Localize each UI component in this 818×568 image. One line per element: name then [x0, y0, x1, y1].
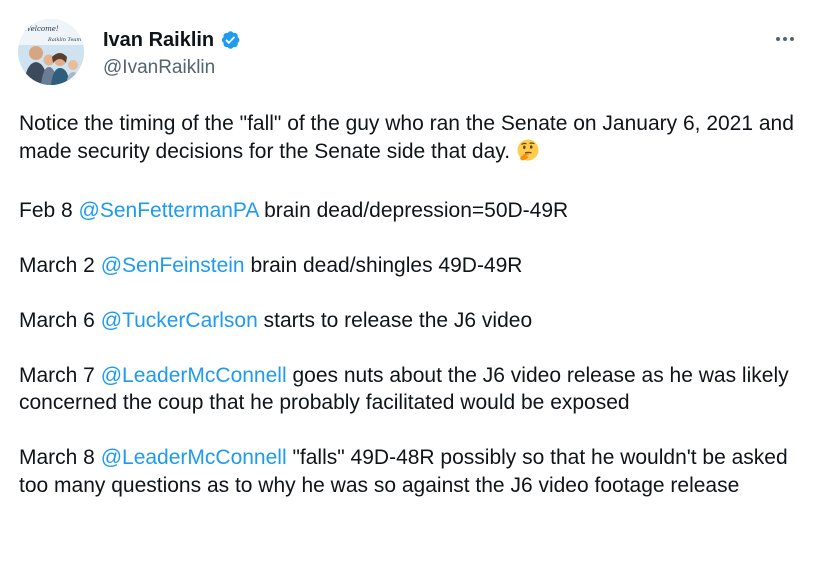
- avatar-caption-line2: Raiklin Team: [47, 37, 81, 43]
- mention-senfeinstein[interactable]: @SenFeinstein: [101, 254, 245, 277]
- tweet-intro-text: Notice the timing of the "fall" of the g…: [19, 112, 794, 163]
- tweet-line-5: March 8 @LeaderMcConnell "falls" 49D-48R…: [19, 444, 809, 499]
- thinking-face-emoji: [516, 138, 540, 170]
- line-3-date: March 6: [19, 308, 95, 332]
- mention-senfettermanpa[interactable]: @SenFettermanPA: [79, 199, 259, 222]
- line-5-date: March 8: [19, 446, 95, 469]
- tweet-line-3: March 6 @TuckerCarlson starts to release…: [19, 307, 809, 335]
- tweet-line-2: March 2 @SenFeinstein brain dead/shingle…: [19, 252, 809, 280]
- line-1-text: brain dead/depression=50D-49R: [264, 198, 569, 222]
- avatar-photo: Welcome! Raiklin Team: [18, 19, 84, 85]
- tweet-intro: Notice the timing of the "fall" of the g…: [19, 110, 809, 169]
- avatar[interactable]: Welcome! Raiklin Team: [18, 19, 84, 85]
- author-name[interactable]: Ivan Raiklin: [103, 28, 214, 52]
- line-1-date: Feb 8: [19, 198, 73, 222]
- mention-leadermcconnell-2[interactable]: @LeaderMcConnell: [101, 446, 287, 469]
- tweet-line-4: March 7 @LeaderMcConnell goes nuts about…: [19, 362, 809, 417]
- mention-tuckercarlson[interactable]: @TuckerCarlson: [101, 309, 258, 332]
- tweet: Welcome! Raiklin Team Ivan Raiklin @Ivan…: [0, 0, 818, 568]
- more-options-icon[interactable]: [772, 26, 798, 52]
- line-2-text: brain dead/shingles 49D-49R: [250, 253, 523, 277]
- tweet-line-1: Feb 8 @SenFettermanPA brain dead/depress…: [19, 197, 809, 225]
- author-handle[interactable]: @IvanRaiklin: [103, 56, 215, 80]
- mention-leadermcconnell[interactable]: @LeaderMcConnell: [101, 364, 287, 387]
- line-2-date: March 2: [19, 253, 95, 277]
- line-3-text: starts to release the J6 video: [263, 308, 533, 332]
- avatar-caption-line1: Welcome!: [24, 25, 59, 33]
- tweet-text: Notice the timing of the "fall" of the g…: [19, 110, 809, 527]
- verified-badge-icon[interactable]: [219, 29, 241, 51]
- line-4-date: March 7: [19, 363, 95, 387]
- author-name-row: Ivan Raiklin: [103, 28, 241, 52]
